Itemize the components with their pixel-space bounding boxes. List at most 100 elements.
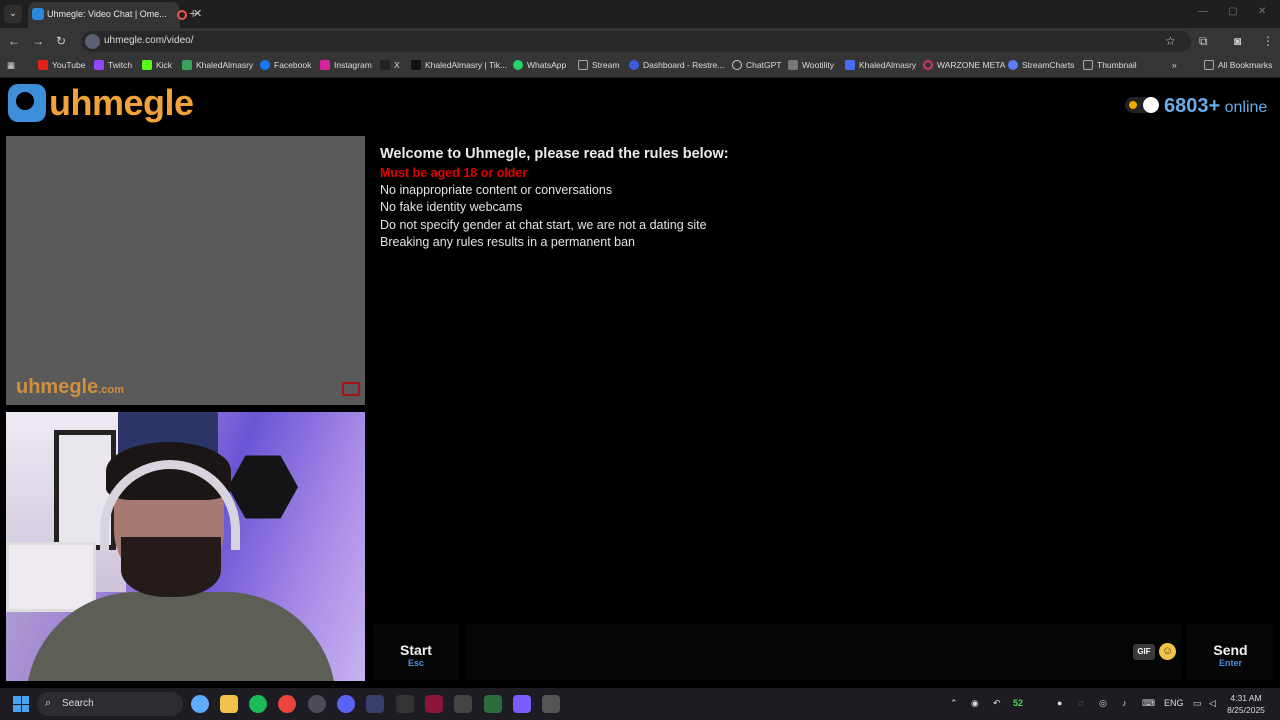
app-icon[interactable]: [542, 695, 560, 713]
spotify-icon[interactable]: [249, 695, 267, 713]
reload-icon[interactable]: ↻: [56, 34, 66, 48]
chatgpt-icon: [732, 60, 742, 70]
maximize-icon[interactable]: ▢: [1228, 6, 1237, 17]
close-window-icon[interactable]: ✕: [1258, 6, 1266, 17]
windows-taskbar: ⌕ Search ⌃ ◉ ↶ 52 ● ◌ ◎ ♪ ⌨ ENG ▭ ◁ 4:31…: [0, 688, 1280, 720]
bookmark-khaledalmasry[interactable]: KhaledAlmasry: [182, 60, 253, 70]
bookmark-thumbnail-folder[interactable]: Thumbnail: [1083, 60, 1137, 70]
bookmark-instagram[interactable]: Instagram: [320, 60, 372, 70]
microphone-icon[interactable]: ♪: [1122, 698, 1127, 708]
apps-icon[interactable]: ▦: [7, 60, 15, 71]
windows-start-icon[interactable]: [13, 696, 29, 712]
report-flag-icon[interactable]: [342, 382, 360, 396]
start-button[interactable]: Start Esc: [373, 624, 459, 680]
bookmark-dashboard[interactable]: Dashboard - Restre...: [629, 60, 724, 70]
streamcharts-icon: [1008, 60, 1018, 70]
file-explorer-icon[interactable]: [220, 695, 238, 713]
back-icon[interactable]: ←: [8, 34, 20, 48]
bookmark-whatsapp[interactable]: WhatsApp: [513, 60, 566, 70]
tab-title: Uhmegle: Video Chat | Ome...: [47, 9, 167, 19]
send-button[interactable]: Send Enter: [1187, 624, 1274, 680]
taskbar-search[interactable]: ⌕ Search: [37, 692, 183, 716]
bookmarks-bar: ▦ YouTube Twitch Kick KhaledAlmasry Face…: [0, 55, 1280, 78]
gif-button[interactable]: GIF: [1133, 644, 1155, 660]
system-clock[interactable]: 4:31 AM 8/25/2025: [1226, 692, 1266, 716]
wootility-icon: [788, 60, 798, 70]
bookmark-facebook[interactable]: Facebook: [260, 60, 311, 70]
whatsapp-icon: [513, 60, 523, 70]
tab-search-dropdown-icon[interactable]: ⌄: [4, 5, 22, 23]
site-logo[interactable]: uhmegle: [8, 82, 194, 123]
tiktok-icon: [411, 60, 421, 70]
app-icon[interactable]: [484, 695, 502, 713]
app-icon[interactable]: [366, 695, 384, 713]
folder-icon: [1083, 60, 1093, 70]
discord-icon[interactable]: [337, 695, 355, 713]
emoji-icon[interactable]: ☺: [1159, 643, 1176, 660]
volume-icon[interactable]: ◁: [1209, 698, 1216, 709]
message-input[interactable]: [465, 624, 1181, 680]
online-counter: 6803+ online: [1164, 95, 1267, 118]
tray-icon[interactable]: ◌: [1078, 698, 1083, 708]
forward-icon[interactable]: →: [32, 34, 44, 48]
all-bookmarks[interactable]: All Bookmarks: [1204, 60, 1272, 70]
tray-counter[interactable]: 52: [1013, 698, 1023, 708]
valorant-icon[interactable]: [425, 695, 443, 713]
bookmark-twitch[interactable]: Twitch: [94, 60, 132, 70]
app-icon[interactable]: [396, 695, 414, 713]
bookmark-warzone-meta[interactable]: WARZONE META: [923, 60, 1005, 70]
copilot-icon[interactable]: [191, 695, 209, 713]
tray-icon[interactable]: ●: [1057, 698, 1062, 708]
bookmark-stream-folder[interactable]: Stream: [578, 60, 619, 70]
instagram-icon: [320, 60, 330, 70]
obs-icon[interactable]: [308, 695, 326, 713]
bookmark-streamcharts[interactable]: StreamCharts: [1008, 60, 1074, 70]
kick-profile-icon: [182, 60, 192, 70]
uhmegle-favicon-icon: [32, 8, 44, 20]
theme-toggle[interactable]: [1125, 97, 1159, 113]
chrome-icon[interactable]: [278, 695, 296, 713]
tray-icon[interactable]: ◎: [1099, 698, 1107, 709]
site-info-icon[interactable]: [85, 34, 100, 49]
facebook-icon: [260, 60, 270, 70]
bookmark-khaledalmasry-meta[interactable]: KhaledAlmasry: [845, 60, 916, 70]
bookmark-youtube[interactable]: YouTube: [38, 60, 85, 70]
logo-text: uhmegle: [49, 82, 194, 123]
gamepad-icon[interactable]: [513, 695, 531, 713]
more-bookmarks-icon[interactable]: »: [1172, 60, 1177, 70]
uhmegle-logo-icon: [8, 84, 46, 122]
rule-age: Must be aged 18 or older: [380, 166, 528, 180]
discord-tray-icon[interactable]: ◉: [971, 698, 979, 709]
app-icon[interactable]: [454, 695, 472, 713]
bookmark-x[interactable]: X: [380, 60, 400, 70]
bookmark-kick[interactable]: Kick: [142, 60, 172, 70]
rule-item: No fake identity webcams: [380, 200, 523, 214]
url-text: uhmegle.com/video/: [104, 35, 194, 46]
new-tab-icon[interactable]: +: [189, 5, 197, 21]
address-bar[interactable]: uhmegle.com/video/: [81, 31, 1191, 52]
bookmark-chatgpt[interactable]: ChatGPT: [732, 60, 781, 70]
minimize-icon[interactable]: —: [1198, 6, 1208, 17]
chat-controls: Start Esc GIF ☺ Send Enter: [373, 624, 1274, 680]
x-icon: [380, 60, 390, 70]
network-icon[interactable]: ▭: [1193, 698, 1202, 709]
tray-icon[interactable]: ⌨: [1142, 698, 1155, 709]
folder-icon: [578, 60, 588, 70]
profile-icon[interactable]: ◙: [1234, 34, 1241, 48]
youtube-icon: [38, 60, 48, 70]
warzone-icon: [923, 60, 933, 70]
bookmark-star-icon[interactable]: ☆: [1165, 34, 1176, 48]
send-label: Send: [1213, 642, 1248, 658]
extensions-icon[interactable]: ⧉: [1199, 34, 1208, 49]
bookmark-tiktok[interactable]: KhaledAlmasry | Tik...: [411, 60, 507, 70]
send-shortcut: Enter: [1218, 658, 1242, 668]
active-tab[interactable]: Uhmegle: Video Chat | Ome... ✕: [28, 2, 202, 28]
language-indicator[interactable]: ENG: [1164, 698, 1184, 708]
tray-expand-icon[interactable]: ⌃: [950, 698, 958, 709]
tab-bar: ⌄ Uhmegle: Video Chat | Ome... ✕ + — ▢ ✕: [0, 0, 1280, 28]
menu-icon[interactable]: ⋮: [1262, 34, 1274, 48]
meta-icon: [845, 60, 855, 70]
tray-icon[interactable]: ↶: [993, 698, 1001, 709]
toggle-knob: [1143, 97, 1159, 113]
bookmark-wootility[interactable]: Wootility: [788, 60, 834, 70]
